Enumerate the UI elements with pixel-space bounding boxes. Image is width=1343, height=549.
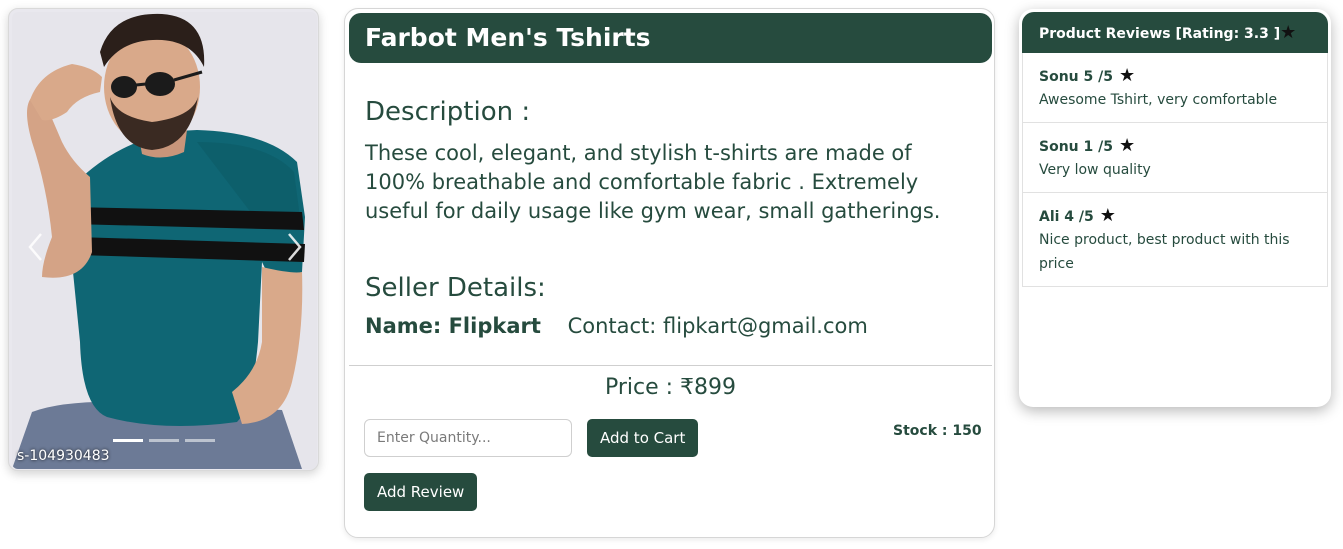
seller-heading: Seller Details: <box>365 273 546 303</box>
review-text: Awesome Tshirt, very comfortable <box>1039 92 1278 108</box>
review-title: Ali 4 /5 <box>1039 209 1094 225</box>
seller-details: Name: Flipkart Contact: flipkart@gmail.c… <box>365 314 868 338</box>
review-list: Sonu 5 /5 ★ Awesome Tshirt, very comforta… <box>1022 53 1328 287</box>
add-review-button[interactable]: Add Review <box>364 473 478 511</box>
carousel-prev-button[interactable] <box>21 227 51 267</box>
star-icon: ★ <box>1099 205 1116 226</box>
review-text: Very low quality <box>1039 162 1151 178</box>
carousel-indicator-2[interactable] <box>149 439 179 442</box>
seller-contact: Contact: flipkart@gmail.com <box>567 314 868 338</box>
product-title: Farbot Men's Tshirts <box>349 13 992 63</box>
product-image <box>12 12 317 469</box>
chevron-left-icon <box>28 233 42 261</box>
reviews-header-title: Product Reviews [Rating: 3.3 ] <box>1039 26 1281 42</box>
carousel-next-button[interactable] <box>279 227 309 267</box>
image-caption: s-104930483 <box>17 448 110 464</box>
product-price: Price : ₹899 <box>604 375 737 400</box>
review-title-row: Sonu 5 /5 ★ <box>1039 65 1311 86</box>
reviews-header: Product Reviews [Rating: 3.3 ]★ <box>1022 12 1328 53</box>
add-to-cart-button[interactable]: Add to Cart <box>587 419 699 457</box>
reviews-card: Product Reviews [Rating: 3.3 ]★ Sonu 5 /… <box>1019 9 1331 407</box>
divider <box>349 365 992 366</box>
review-item: Sonu 1 /5 ★ Very low quality <box>1022 123 1328 193</box>
star-icon: ★ <box>1118 65 1136 86</box>
chevron-right-icon <box>288 233 302 261</box>
star-icon: ★ <box>1118 135 1136 156</box>
review-title: Sonu 1 /5 <box>1039 139 1113 155</box>
review-text: Nice product, best product with this pri… <box>1039 232 1290 272</box>
review-title-row: Ali 4 /5 ★ <box>1039 205 1311 226</box>
review-item: Ali 4 /5 ★ Nice product, best product wit… <box>1022 193 1328 287</box>
seller-name: Name: Flipkart <box>365 314 541 338</box>
review-title: Sonu 5 /5 <box>1039 69 1113 85</box>
review-item: Sonu 5 /5 ★ Awesome Tshirt, very comforta… <box>1022 53 1328 123</box>
stock-count: Stock : 150 <box>893 423 982 439</box>
description-heading: Description : <box>365 97 531 127</box>
product-detail-card: Farbot Men's Tshirts Description : These… <box>344 8 995 538</box>
quantity-input[interactable] <box>364 419 572 457</box>
carousel-indicators <box>113 439 215 442</box>
carousel-indicator-1[interactable] <box>113 439 143 442</box>
product-image-carousel: s-104930483 <box>8 8 319 471</box>
review-title-row: Sonu 1 /5 ★ <box>1039 135 1311 156</box>
star-icon: ★ <box>1280 22 1297 43</box>
carousel-indicator-3[interactable] <box>185 439 215 442</box>
description-text: These cool, elegant, and stylish t-shirt… <box>365 141 941 223</box>
